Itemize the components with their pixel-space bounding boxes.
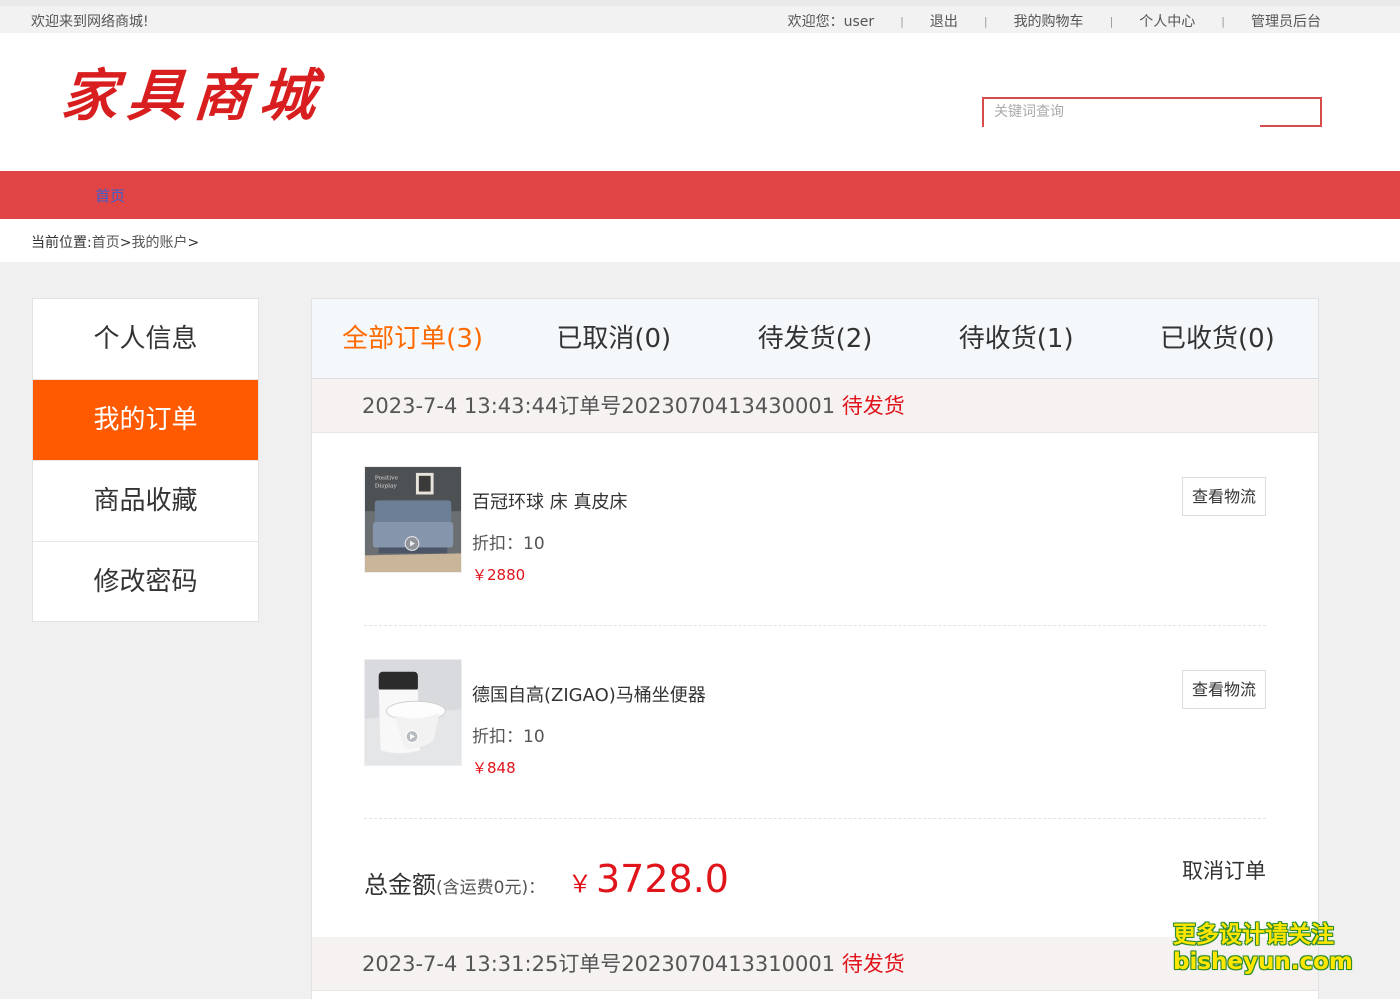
cancel-order-button[interactable]: 取消订单 <box>1182 855 1266 885</box>
site-header: 家具商城 <box>0 33 1400 171</box>
search-input[interactable] <box>994 104 1244 120</box>
user-center-link[interactable]: 个人中心 <box>1139 11 1195 31</box>
welcome-text: 欢迎来到网络商城! <box>31 14 149 30</box>
top-links: 欢迎您：user | 退出 | 我的购物车 | 个人中心 | 管理员后台 <box>788 11 1321 31</box>
product-price: ￥2880 <box>472 566 526 584</box>
view-logistics-button[interactable]: 查看物流 <box>1182 670 1266 709</box>
order-time: 2023-7-4 13:31:25 <box>362 952 559 976</box>
order-no-label: 订单号 <box>558 952 622 976</box>
total-value: 3728.0 <box>596 857 729 901</box>
product-discount: 折扣：10 <box>472 534 545 554</box>
sidebar-item-password[interactable]: 修改密码 <box>33 542 258 623</box>
separator: | <box>1221 14 1225 28</box>
separator: | <box>1109 14 1114 28</box>
watermark-line1: 更多设计请关注 <box>1173 922 1334 948</box>
breadcrumb-sep: > <box>187 235 200 251</box>
tab-received[interactable]: 已收货(0) <box>1117 299 1318 378</box>
logout-link[interactable]: 退出 <box>930 11 958 31</box>
breadcrumb-home[interactable]: 首页 <box>92 235 120 251</box>
admin-link[interactable]: 管理员后台 <box>1251 11 1321 31</box>
breadcrumb-sep: > <box>119 235 132 251</box>
site-logo[interactable]: 家具商城 <box>59 51 329 132</box>
order-no-label: 订单号 <box>558 394 622 418</box>
watermark-line2: bisheyun.com <box>1173 949 1353 975</box>
orders-panel: 全部订单(3) 已取消(0) 待发货(2) 待收货(1) 已收货(0) 2023… <box>311 298 1319 999</box>
tab-to-receive[interactable]: 待收货(1) <box>916 299 1117 378</box>
product-price: ￥848 <box>472 759 516 777</box>
product-name[interactable]: 百冠环球 床 真皮床 <box>472 488 627 514</box>
product-image-toilet[interactable] <box>364 659 462 766</box>
bed-image-icon: Positive Display <box>365 467 461 572</box>
search-button[interactable] <box>1260 125 1322 127</box>
svg-text:Positive: Positive <box>375 476 399 482</box>
user-greeting: 欢迎您：user <box>787 14 875 30</box>
view-logistics-button[interactable]: 查看物流 <box>1182 477 1266 516</box>
separator: | <box>983 14 988 28</box>
breadcrumb-bar: 当前位置:首页>我的账户> <box>0 219 1400 262</box>
order-header: 2023-7-4 13:31:25订单号2023070413310001 待发货 <box>312 937 1318 991</box>
cart-link[interactable]: 我的购物车 <box>1014 11 1084 31</box>
order-time: 2023-7-4 13:43:44 <box>362 394 559 418</box>
order-total-row: 总金额(含运费0元)： ￥ 3728.0 取消订单 <box>312 819 1318 937</box>
product-name[interactable]: 德国自高(ZIGAO)马桶坐便器 <box>472 681 706 707</box>
account-sidebar: 个人信息 我的订单 商品收藏 修改密码 <box>32 298 259 622</box>
sidebar-item-profile[interactable]: 个人信息 <box>33 299 258 380</box>
order-number: 2023070413430001 <box>621 394 836 418</box>
total-amount: ￥ 3728.0 <box>568 857 729 901</box>
nav-home[interactable]: 首页 <box>95 185 125 206</box>
tab-to-ship[interactable]: 待发货(2) <box>714 299 915 378</box>
order-number: 2023070413310001 <box>621 952 836 976</box>
sidebar-item-favorites[interactable]: 商品收藏 <box>33 461 258 542</box>
search-box <box>982 97 1322 127</box>
breadcrumb-account[interactable]: 我的账户 <box>131 235 187 251</box>
sidebar-item-orders[interactable]: 我的订单 <box>33 380 258 461</box>
svg-text:Display: Display <box>375 484 398 490</box>
total-label: 总金额(含运费0元)： <box>364 865 545 900</box>
order-header: 2023-7-4 13:43:44订单号2023070413430001 待发货 <box>312 379 1318 433</box>
top-bar: 欢迎来到网络商城! 欢迎您：user | 退出 | 我的购物车 | 个人中心 |… <box>0 0 1400 33</box>
main-nav: 首页 <box>0 171 1400 219</box>
product-image-bed[interactable]: Positive Display <box>364 466 462 573</box>
currency-symbol: ￥ <box>568 870 592 898</box>
order-status: 待发货 <box>841 952 905 976</box>
separator: | <box>900 14 904 28</box>
tab-all-orders[interactable]: 全部订单(3) <box>312 299 513 378</box>
toilet-image-icon <box>365 660 461 765</box>
order-tabs: 全部订单(3) 已取消(0) 待发货(2) 待收货(1) 已收货(0) <box>312 299 1318 379</box>
total-label-text: 总金额 <box>364 871 436 899</box>
total-shipping-note: (含运费0元)： <box>436 878 546 898</box>
tab-cancelled[interactable]: 已取消(0) <box>513 299 714 378</box>
order-status: 待发货 <box>841 394 905 418</box>
breadcrumb: 当前位置:首页>我的账户> <box>31 232 199 252</box>
order-item: Positive Display 百冠环球 床 真皮床 折扣：10 ￥2880 … <box>312 433 1318 626</box>
order-item: 德国自高(ZIGAO)马桶坐便器 折扣：10 ￥848 查看物流 <box>312 626 1318 819</box>
product-discount: 折扣：10 <box>472 727 545 747</box>
breadcrumb-prefix: 当前位置: <box>31 235 92 251</box>
watermark: 更多设计请关注 bisheyun.com <box>1173 922 1353 976</box>
